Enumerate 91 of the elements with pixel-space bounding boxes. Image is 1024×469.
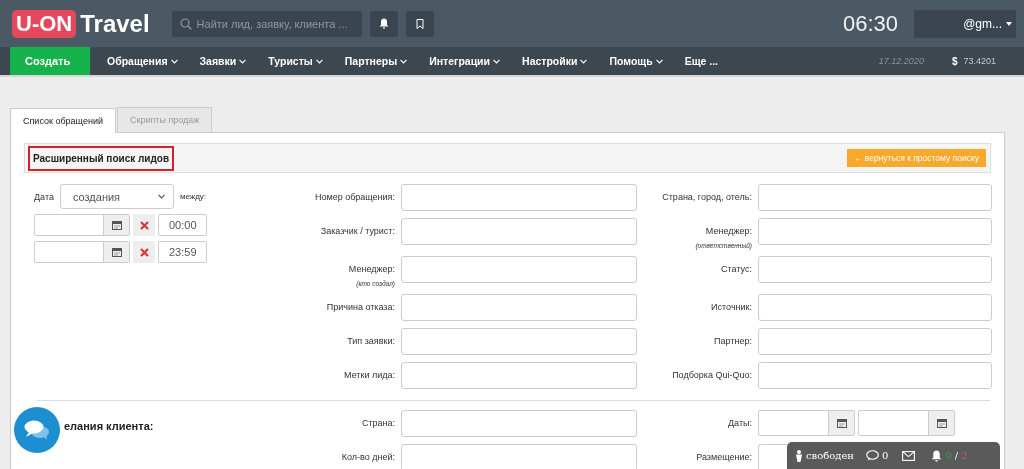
field-label: Дата xyxy=(34,191,54,202)
field-label: Партнер: xyxy=(714,336,752,346)
calendar-icon xyxy=(936,418,947,428)
text-input[interactable] xyxy=(758,362,992,389)
text-input[interactable] xyxy=(758,328,992,355)
bookmark-button[interactable] xyxy=(405,10,434,37)
bell-icon xyxy=(378,18,389,29)
text-input[interactable] xyxy=(401,256,637,283)
text-input[interactable] xyxy=(401,218,637,245)
nav-item[interactable]: Заявки xyxy=(188,47,258,75)
field-label: Менеджер: xyxy=(348,264,395,274)
text-input[interactable] xyxy=(758,294,992,321)
text-input[interactable] xyxy=(401,184,637,211)
field-label: Кол-во дней: xyxy=(341,452,395,462)
field-label: Подборка Qui-Quo: xyxy=(672,370,752,380)
envelope-icon[interactable] xyxy=(902,450,916,461)
bookmark-icon xyxy=(415,18,424,29)
search-field[interactable]: Найти лид, заявку, клиента ... xyxy=(171,10,362,37)
field-label: Статус: xyxy=(721,264,752,274)
logo-badge: U-ON xyxy=(12,9,77,38)
clear-button[interactable] xyxy=(133,241,155,263)
currency-sign: $ xyxy=(951,55,958,67)
chevron-down-icon xyxy=(157,194,165,199)
text-input[interactable] xyxy=(758,444,788,469)
message-count: 0 xyxy=(882,450,889,461)
field-label: Заказчик / турист: xyxy=(320,226,395,236)
chevron-down-icon xyxy=(493,58,501,64)
person-icon xyxy=(795,449,803,462)
text-input[interactable] xyxy=(401,294,637,321)
field-label: Причина отказа: xyxy=(326,302,395,312)
time-input[interactable]: 00:00 xyxy=(158,214,207,236)
field-label: между: xyxy=(179,192,207,201)
nav-item[interactable]: Еще ... xyxy=(673,47,729,75)
bell-icon[interactable] xyxy=(931,449,943,462)
field-label: Менеджер: xyxy=(705,226,752,236)
text-input[interactable] xyxy=(401,410,637,437)
text-input[interactable] xyxy=(758,184,992,211)
exchange-rate: 73.4201 xyxy=(963,56,996,66)
tab[interactable]: Список обращений xyxy=(10,108,116,133)
date-input[interactable] xyxy=(758,410,855,436)
nav-item[interactable]: Обращения xyxy=(96,47,189,75)
chevron-down-icon xyxy=(315,58,323,64)
calendar-icon xyxy=(836,418,847,428)
done-count: 0 xyxy=(945,450,952,461)
notifications-button[interactable] xyxy=(369,10,398,37)
field-label: Страна, город, отель: xyxy=(662,192,752,202)
section-title: елания клиента: xyxy=(64,420,154,432)
chat-bubbles-icon xyxy=(24,419,50,441)
calendar-icon xyxy=(111,247,122,257)
caret-icon xyxy=(1006,21,1012,26)
field-label: Источник: xyxy=(711,302,752,312)
field-label: Даты: xyxy=(728,418,752,428)
field-label: Номер обращения: xyxy=(314,192,395,202)
user-status[interactable]: свободен xyxy=(806,450,855,461)
nav-item[interactable]: Партнеры xyxy=(333,47,419,75)
chevron-down-icon xyxy=(239,58,247,64)
clock-time: 06:30 xyxy=(842,10,898,37)
search-icon xyxy=(179,17,192,30)
text-input[interactable] xyxy=(401,444,637,469)
field-label: Метки лида: xyxy=(344,370,395,380)
panel-title: Расширенный поиск лидов xyxy=(28,145,175,171)
nav-item[interactable]: Настройки xyxy=(511,47,599,75)
comment-icon xyxy=(866,450,880,461)
user-menu[interactable]: @gm... xyxy=(914,9,1016,38)
clear-button[interactable] xyxy=(133,214,155,236)
date-input[interactable] xyxy=(34,214,130,236)
logo-text: Travel xyxy=(80,9,150,38)
date-type-select[interactable]: создания xyxy=(59,184,174,209)
total-count: 2 xyxy=(961,450,968,461)
chevron-down-icon xyxy=(580,58,588,64)
chevron-down-icon xyxy=(400,58,408,64)
current-date: 17.12.2020 xyxy=(878,56,924,66)
text-input[interactable] xyxy=(758,256,992,283)
close-icon xyxy=(139,247,149,257)
count-separator: / xyxy=(954,450,959,461)
time-input[interactable]: 23:59 xyxy=(158,241,207,263)
close-icon xyxy=(139,220,149,230)
field-label: Страна: xyxy=(361,418,395,428)
nav-item[interactable]: Интеграции xyxy=(418,47,512,75)
date-input[interactable] xyxy=(34,241,130,263)
calendar-icon xyxy=(111,220,122,230)
field-label: Тип заявки: xyxy=(347,336,395,346)
text-input[interactable] xyxy=(401,362,637,389)
chevron-down-icon xyxy=(170,58,178,64)
chevron-down-icon xyxy=(655,58,663,64)
field-label: Размещение: xyxy=(696,452,752,462)
nav-item[interactable]: Помощь xyxy=(598,47,674,75)
text-input[interactable] xyxy=(758,218,992,245)
date-input[interactable] xyxy=(858,410,955,436)
text-input[interactable] xyxy=(401,328,637,355)
nav-item[interactable]: Туристы xyxy=(257,47,334,75)
